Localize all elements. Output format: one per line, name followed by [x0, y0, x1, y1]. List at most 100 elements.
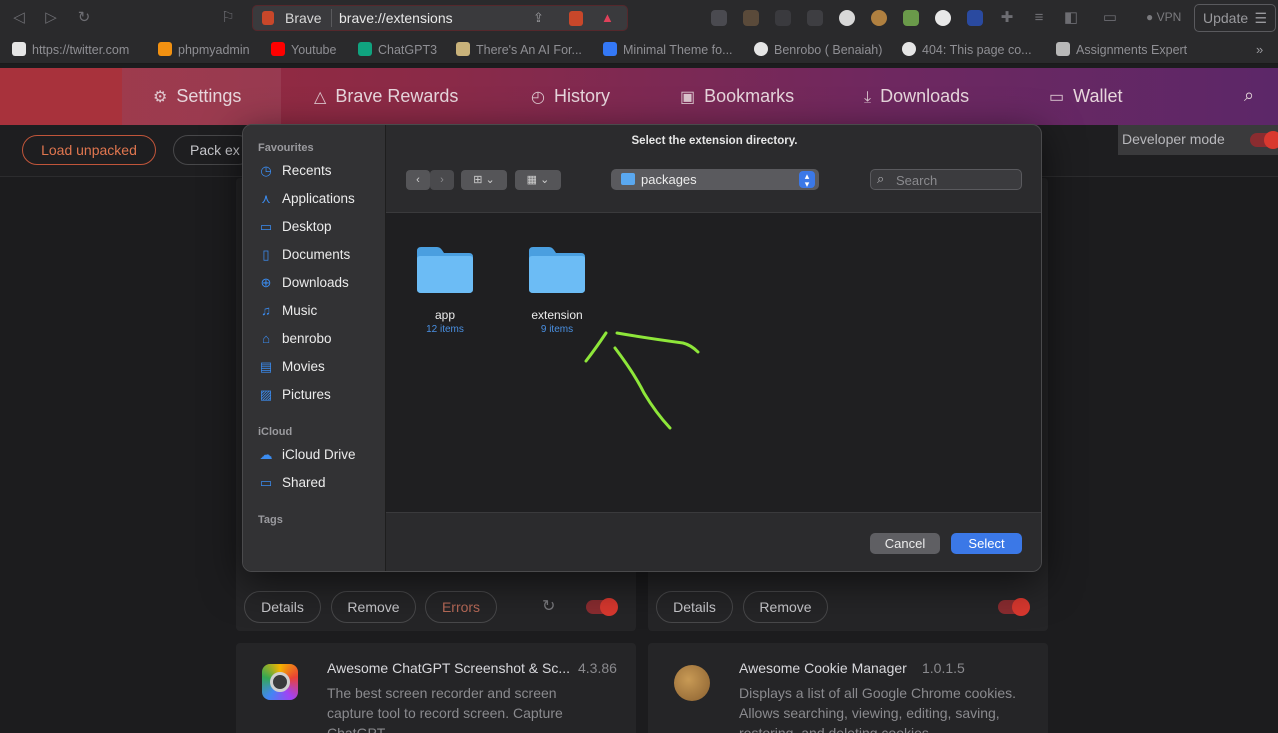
reload-extension-icon[interactable]: ↻: [542, 596, 555, 616]
brave-extensions-window: ◁ ▷ ↻ ⚐ Brave brave://extensions ⇪ ▲ ✚ ≡…: [0, 0, 1278, 733]
sidebar-item-recents[interactable]: ◷ Recents: [258, 159, 383, 183]
sidebar-item-home[interactable]: ⌂ benrobo: [258, 327, 383, 351]
sidebar-item-shared[interactable]: ▭ Shared: [258, 471, 383, 495]
tab-downloads[interactable]: ⤓ Downloads: [864, 68, 969, 125]
tab-settings[interactable]: ⚙ Settings: [122, 68, 281, 125]
settings-header: ⚙ Settings △ Brave Rewards ◴ History ▣ Bookm…: [0, 68, 1278, 125]
vercel-icon: [902, 42, 916, 56]
group-mode-button[interactable]: ▦ ⌄: [515, 170, 561, 190]
view-mode-button[interactable]: ⊞ ⌄: [461, 170, 507, 190]
desktop-icon: ▭: [259, 219, 273, 234]
annotation-stroke: [613, 346, 672, 430]
sidebar-item-label: Shared: [282, 475, 326, 490]
developer-mode-toggle[interactable]: [1250, 131, 1278, 149]
extension-owl-icon[interactable]: [743, 10, 759, 26]
extension-icon[interactable]: [935, 10, 951, 26]
tab-history[interactable]: ◴ History: [531, 68, 610, 125]
load-unpacked-button[interactable]: Load unpacked: [22, 135, 156, 165]
bookmark-item[interactable]: Benrobo ( Benaiah): [754, 42, 882, 57]
sidebar-item-downloads[interactable]: ⊕ Downloads: [258, 271, 383, 295]
pack-extension-button[interactable]: Pack ex: [173, 135, 253, 165]
share-icon[interactable]: ⇪: [533, 10, 544, 26]
tab-bookmarks[interactable]: ▣ Bookmarks: [680, 68, 794, 125]
history-icon: ◴: [531, 89, 545, 106]
puzzle-icon[interactable]: ✚: [998, 9, 1016, 27]
magnifier-icon: ⌕: [877, 171, 885, 186]
sidebar-item-desktop[interactable]: ▭ Desktop: [258, 215, 383, 239]
brave-rewards-icon[interactable]: ▲: [601, 10, 614, 25]
sidebar-item-label: Documents: [282, 247, 351, 262]
search-field[interactable]: ⌕ Search: [870, 169, 1022, 190]
sidebar-item-applications[interactable]: ⋏ Applications: [258, 187, 383, 211]
sidebar-item-icloud-drive[interactable]: ☁ iCloud Drive: [258, 443, 383, 467]
tab-wallet[interactable]: ▭ Wallet: [1049, 68, 1122, 125]
url-text[interactable]: brave://extensions: [339, 10, 453, 26]
bookmark-item[interactable]: Youtube: [271, 42, 336, 57]
obsidian-icon: [603, 42, 617, 56]
bookmark-label: https://twitter.com: [32, 43, 130, 57]
dialog-title: Select the extension directory.: [631, 135, 798, 147]
forward-nav-button[interactable]: ›: [430, 170, 454, 190]
bookmark-item[interactable]: There's An AI For...: [456, 42, 582, 57]
folder-icon: [529, 247, 585, 293]
extension-toggle[interactable]: [586, 598, 618, 616]
extension-toggle[interactable]: [998, 598, 1030, 616]
extension-card: Awesome ChatGPT Screenshot & Sc... 4.3.8…: [236, 643, 636, 733]
bookmark-label: Benrobo ( Benaiah): [774, 43, 883, 57]
remove-button[interactable]: Remove: [331, 591, 416, 623]
cancel-button[interactable]: Cancel: [870, 533, 940, 554]
extension-icon[interactable]: [967, 10, 983, 26]
more-bookmarks-icon[interactable]: »: [1256, 42, 1263, 57]
react-devtools-icon[interactable]: [711, 10, 727, 26]
extension-version: 1.0.1.5: [922, 660, 965, 676]
sidebar-item-label: iCloud Drive: [282, 447, 356, 462]
remove-button[interactable]: Remove: [743, 591, 828, 623]
vpn-button[interactable]: ● VPN: [1146, 10, 1181, 24]
search-placeholder[interactable]: Search: [896, 173, 937, 188]
cookie-icon[interactable]: [871, 10, 887, 26]
details-button[interactable]: Details: [244, 591, 321, 623]
update-button[interactable]: Update ☰: [1194, 4, 1276, 32]
bookmark-item[interactable]: Assignments Expert: [1056, 42, 1187, 57]
select-button[interactable]: Select: [951, 533, 1022, 554]
tab-label: Settings: [176, 86, 242, 106]
tab-label: History: [553, 86, 610, 106]
updown-chevron-icon: ▴ ▾: [799, 171, 815, 189]
search-icon[interactable]: ⌕: [1244, 85, 1254, 106]
bookmark-item[interactable]: https://twitter.com: [12, 42, 129, 57]
playlist-icon[interactable]: ≡: [1030, 9, 1048, 27]
bookmark-item[interactable]: 404: This page co...: [902, 42, 1032, 57]
bookmark-page-icon[interactable]: ⚐: [219, 9, 237, 27]
camera-lens-icon: [270, 672, 290, 692]
forward-icon[interactable]: ▷: [42, 9, 60, 27]
brave-shields-icon[interactable]: [569, 11, 583, 26]
screenshot-extension-icon[interactable]: [903, 10, 919, 26]
wallet-icon[interactable]: ▭: [1101, 9, 1119, 27]
sidebar-item-label: Recents: [282, 163, 332, 178]
sidebar-item-label: Pictures: [282, 387, 331, 402]
address-bar[interactable]: Brave brave://extensions ⇪ ▲: [252, 5, 628, 31]
reload-icon[interactable]: ↻: [75, 9, 93, 27]
details-button[interactable]: Details: [656, 591, 733, 623]
folder-icon: [621, 173, 635, 185]
bookmark-item[interactable]: ChatGPT3: [358, 42, 437, 57]
bookmark-item[interactable]: phpmyadmin: [158, 42, 250, 57]
sidebar-item-documents[interactable]: ▯ Documents: [258, 243, 383, 267]
path-selector[interactable]: packages ▴ ▾: [611, 169, 819, 190]
sidebar-item-movies[interactable]: ▤ Movies: [258, 355, 383, 379]
extension-version: 4.3.86: [578, 660, 617, 676]
extension-icon[interactable]: [807, 10, 823, 26]
extension-w-icon[interactable]: [839, 10, 855, 26]
folder-item-app[interactable]: app 12 items: [403, 241, 513, 341]
errors-button[interactable]: Errors: [425, 591, 497, 623]
sidebar-item-pictures[interactable]: ▨ Pictures: [258, 383, 383, 407]
bookmarks-bar: https://twitter.com phpmyadmin Youtube C…: [0, 36, 1278, 64]
back-icon[interactable]: ◁: [10, 9, 28, 27]
bookmark-item[interactable]: Minimal Theme fo...: [603, 42, 733, 57]
extension-icon[interactable]: [775, 10, 791, 26]
pictures-icon: ▨: [259, 387, 273, 402]
back-nav-button[interactable]: ‹: [406, 170, 430, 190]
sidebar-item-music[interactable]: ♫ Music: [258, 299, 383, 323]
tab-brave-rewards[interactable]: △ Brave Rewards: [314, 68, 458, 125]
sidebar-icon[interactable]: ◧: [1062, 9, 1080, 27]
